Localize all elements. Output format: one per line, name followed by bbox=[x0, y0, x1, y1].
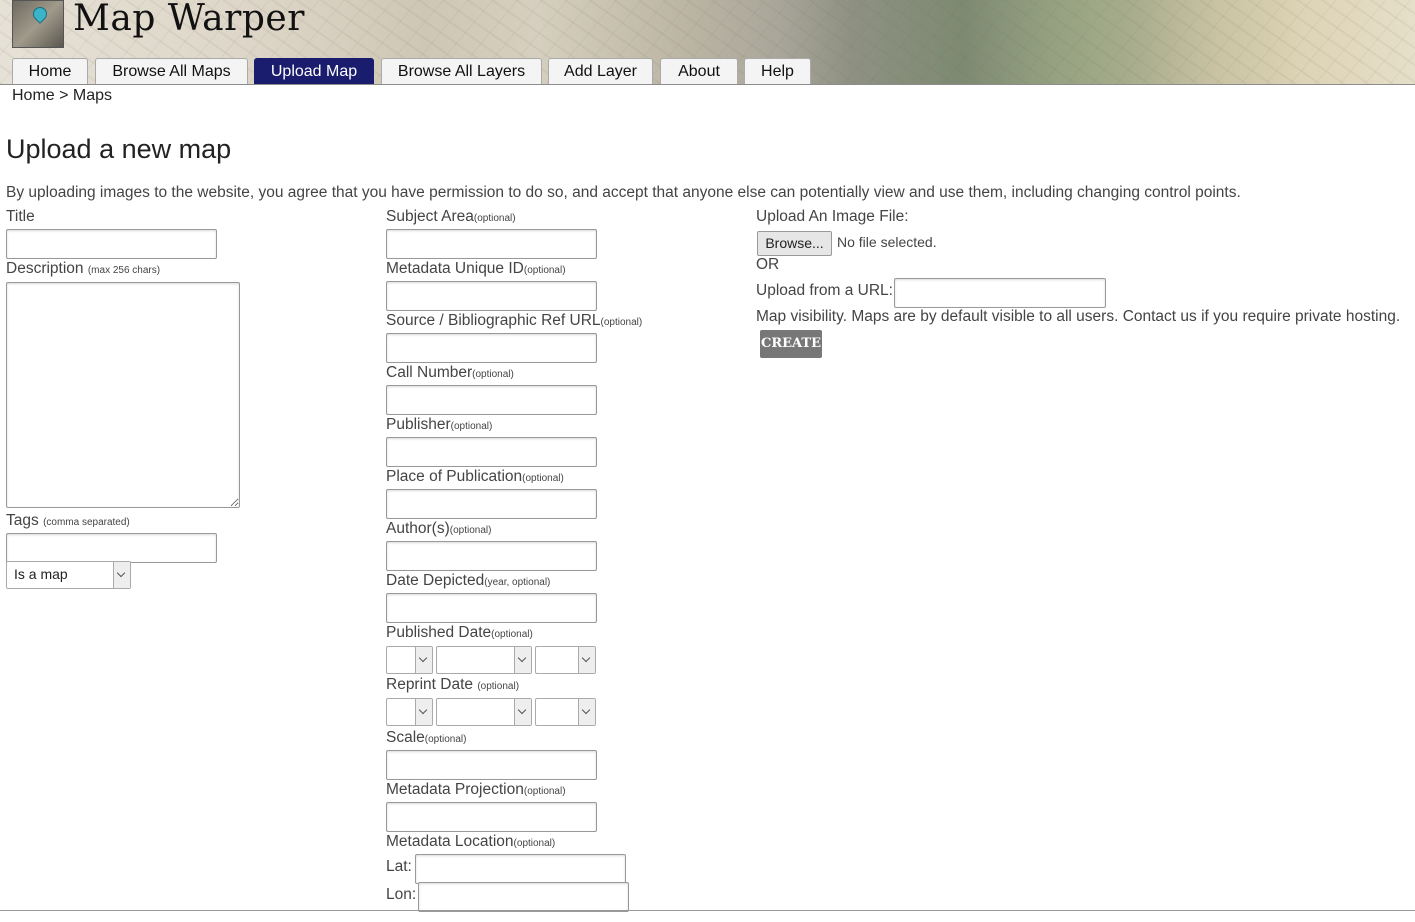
reprint-day-select[interactable] bbox=[386, 698, 433, 726]
lat-label: Lat: bbox=[386, 858, 412, 875]
tab-home[interactable]: Home bbox=[12, 58, 88, 85]
tab-upload-map[interactable]: Upload Map bbox=[254, 58, 374, 85]
footer-divider bbox=[0, 910, 1415, 911]
browse-button[interactable]: Browse... bbox=[757, 231, 832, 256]
title-label: Title bbox=[6, 208, 35, 225]
site-header: Map Warper Home Browse All Maps Upload M… bbox=[0, 0, 1415, 85]
breadcrumb: Home > Maps bbox=[12, 87, 113, 104]
map-pin-icon bbox=[30, 4, 50, 24]
logo-icon[interactable] bbox=[12, 0, 64, 48]
lon-input[interactable] bbox=[418, 882, 629, 912]
chevron-down-icon bbox=[113, 562, 130, 588]
upload-url-label: Upload from a URL: bbox=[756, 282, 893, 299]
title-input[interactable] bbox=[6, 229, 217, 259]
metadata-location-label: Metadata Location(optional) bbox=[386, 833, 556, 850]
metadata-projection-input[interactable] bbox=[386, 802, 597, 832]
no-file-selected-text: No file selected. bbox=[837, 234, 937, 250]
create-button[interactable]: CREATE bbox=[760, 330, 822, 358]
upload-file-label: Upload An Image File: bbox=[756, 208, 909, 225]
metadata-projection-label: Metadata Projection(optional) bbox=[386, 781, 566, 798]
map-type-value: Is a map bbox=[14, 566, 68, 582]
tags-hint: (comma separated) bbox=[43, 517, 130, 528]
chevron-down-icon bbox=[514, 699, 531, 725]
or-separator: OR bbox=[756, 256, 780, 273]
header-divider bbox=[0, 84, 1415, 85]
tab-help[interactable]: Help bbox=[744, 58, 811, 85]
upload-agreement-text: By uploading images to the website, you … bbox=[6, 184, 1241, 201]
chevron-down-icon bbox=[578, 647, 595, 673]
page-title: Upload a new map bbox=[6, 134, 232, 164]
tab-browse-all-maps[interactable]: Browse All Maps bbox=[95, 58, 248, 85]
chevron-down-icon bbox=[514, 647, 531, 673]
tags-label: Tags (comma separated) bbox=[6, 512, 130, 529]
call-number-input[interactable] bbox=[386, 385, 597, 415]
published-day-select[interactable] bbox=[386, 646, 433, 674]
map-visibility-text: Map visibility. Maps are by default visi… bbox=[756, 308, 1401, 325]
description-hint: (max 256 chars) bbox=[87, 265, 161, 276]
scale-input[interactable] bbox=[386, 750, 597, 780]
reprint-year-select[interactable] bbox=[535, 698, 596, 726]
publisher-label: Publisher(optional) bbox=[386, 416, 493, 433]
map-type-select[interactable]: Is a map bbox=[6, 561, 131, 589]
metadata-unique-id-input[interactable] bbox=[386, 281, 597, 311]
source-ref-url-input[interactable] bbox=[386, 333, 597, 363]
reprint-date-label: Reprint Date (optional) bbox=[386, 676, 520, 693]
tab-about[interactable]: About bbox=[660, 58, 738, 85]
place-of-publication-input[interactable] bbox=[386, 489, 597, 519]
published-month-select[interactable] bbox=[436, 646, 532, 674]
call-number-label: Call Number(optional) bbox=[386, 364, 514, 381]
subject-area-label: Subject Area(optional) bbox=[386, 208, 516, 225]
chevron-down-icon bbox=[415, 699, 432, 725]
lat-input[interactable] bbox=[415, 854, 626, 884]
upload-url-input[interactable] bbox=[894, 278, 1106, 308]
tags-input[interactable] bbox=[6, 533, 217, 563]
chevron-down-icon bbox=[578, 699, 595, 725]
authors-input[interactable] bbox=[386, 541, 597, 571]
lon-label: Lon: bbox=[386, 886, 417, 903]
tab-browse-all-layers[interactable]: Browse All Layers bbox=[381, 58, 542, 85]
place-of-publication-label: Place of Publication(optional) bbox=[386, 468, 564, 485]
metadata-unique-id-label: Metadata Unique ID(optional) bbox=[386, 260, 566, 277]
scale-label: Scale(optional) bbox=[386, 729, 467, 746]
publisher-input[interactable] bbox=[386, 437, 597, 467]
date-depicted-label: Date Depicted(year, optional) bbox=[386, 572, 551, 589]
description-label: Description (max 256 chars) bbox=[6, 260, 161, 277]
reprint-month-select[interactable] bbox=[436, 698, 532, 726]
source-ref-url-label: Source / Bibliographic Ref URL(optional) bbox=[386, 312, 643, 329]
tab-add-layer[interactable]: Add Layer bbox=[548, 58, 653, 85]
chevron-down-icon bbox=[415, 647, 432, 673]
site-title[interactable]: Map Warper bbox=[73, 0, 305, 39]
published-date-label: Published Date(optional) bbox=[386, 624, 533, 641]
date-depicted-input[interactable] bbox=[386, 593, 597, 623]
subject-area-input[interactable] bbox=[386, 229, 597, 259]
description-textarea[interactable] bbox=[6, 282, 240, 508]
published-year-select[interactable] bbox=[535, 646, 596, 674]
authors-label: Author(s)(optional) bbox=[386, 520, 492, 537]
